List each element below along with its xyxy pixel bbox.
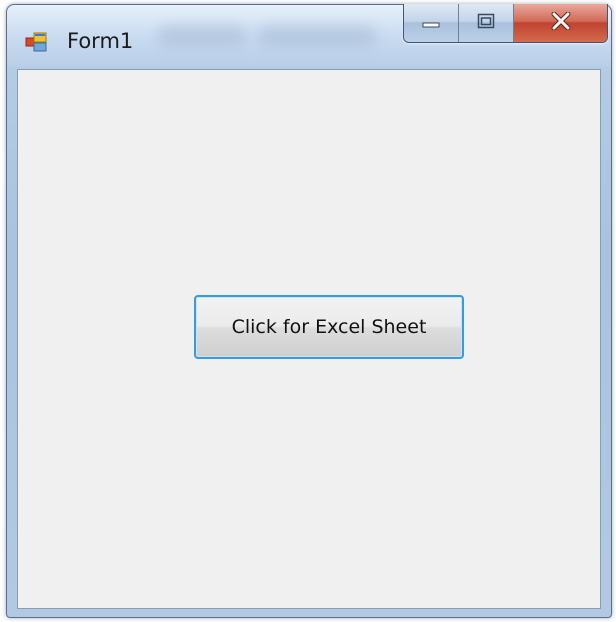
minimize-button[interactable] xyxy=(404,4,459,42)
maximize-button[interactable] xyxy=(459,4,514,42)
maximize-icon xyxy=(477,13,495,33)
minimize-icon xyxy=(422,14,440,33)
form1-window: Form1 Click for Excel Sheet xyxy=(6,4,612,618)
title-bar[interactable]: Form1 xyxy=(7,4,611,67)
winforms-app-icon[interactable] xyxy=(25,32,47,52)
background-blur xyxy=(157,25,247,47)
close-button[interactable] xyxy=(514,4,607,42)
form-client-area: Click for Excel Sheet xyxy=(17,69,601,609)
close-icon xyxy=(550,11,572,34)
caption-buttons xyxy=(403,4,608,43)
open-excel-sheet-button[interactable]: Click for Excel Sheet xyxy=(194,295,464,359)
window-title: Form1 xyxy=(67,29,134,53)
background-blur xyxy=(257,25,377,47)
